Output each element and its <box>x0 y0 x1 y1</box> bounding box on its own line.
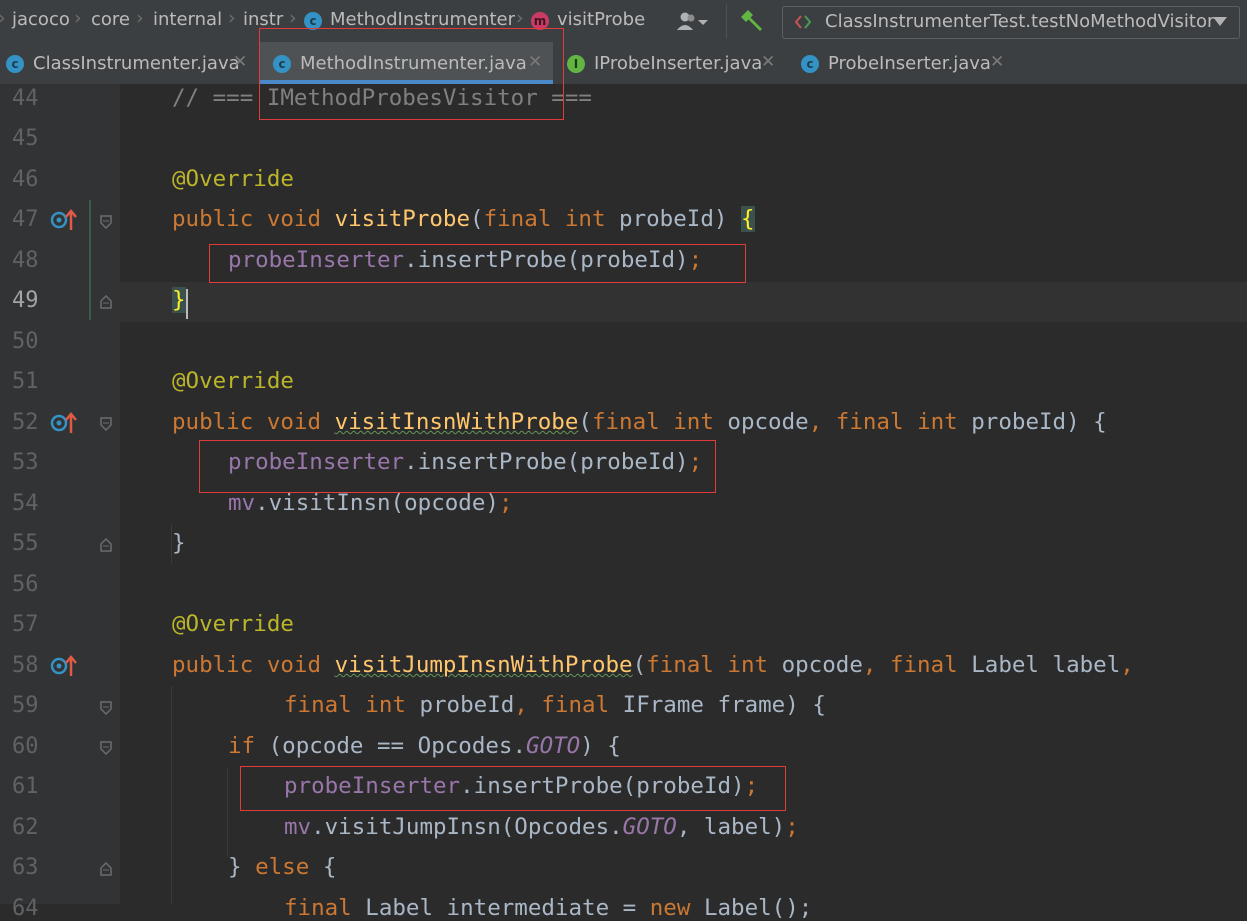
line-number: 54 <box>12 491 39 516</box>
highlight-box <box>240 766 786 811</box>
code-line: public void visitInsnWithProbe(final int… <box>172 409 1107 435</box>
user-dropdown-button[interactable] <box>676 11 716 33</box>
tab-probe-inserter[interactable]: c ProbeInserter.java ✕ <box>793 42 1023 84</box>
breadcrumb-item-instr[interactable]: instr <box>243 9 283 30</box>
close-icon[interactable]: ✕ <box>761 52 775 72</box>
test-config-icon <box>795 15 812 29</box>
chevron-right-icon: › <box>0 7 6 29</box>
fold-end-icon[interactable] <box>100 862 112 876</box>
fold-collapse-icon[interactable] <box>100 741 112 755</box>
highlight-box <box>259 28 564 120</box>
indent-guide <box>171 686 172 904</box>
highlight-box <box>199 440 716 493</box>
implements-method-icon[interactable] <box>50 208 78 232</box>
fold-end-icon[interactable] <box>100 295 112 309</box>
chevron-right-icon: › <box>516 7 524 29</box>
implements-method-icon[interactable] <box>50 411 78 435</box>
highlight-box <box>209 244 746 283</box>
breadcrumb-item-internal[interactable]: internal <box>153 9 222 30</box>
code-line: } <box>172 530 186 556</box>
text-caret <box>186 289 188 319</box>
run-configuration-dropdown[interactable]: ClassInstrumenterTest.testNoMethodVisito… <box>782 6 1240 39</box>
line-number: 45 <box>12 126 39 151</box>
class-icon: c <box>6 55 24 73</box>
run-configuration-label: ClassInstrumenterTest.testNoMethodVisito… <box>825 11 1215 32</box>
code-line: final Label intermediate = new Label(); <box>284 895 813 921</box>
fold-collapse-icon[interactable] <box>100 417 112 431</box>
code-line: @Override <box>172 166 294 192</box>
close-icon[interactable]: ✕ <box>990 52 1004 72</box>
line-number: 57 <box>12 612 39 637</box>
code-line: final int probeId, final IFrame frame) { <box>284 692 826 718</box>
code-line: @Override <box>172 368 294 394</box>
current-line-highlight <box>120 282 1247 322</box>
vcs-change-marker <box>89 200 91 320</box>
line-number: 52 <box>12 410 39 435</box>
editor-tab-bar: c ClassInstrumenter.java ✕ c MethodInstr… <box>0 42 1247 85</box>
line-number: 64 <box>12 896 39 921</box>
line-number: 49 <box>12 288 39 313</box>
implements-method-icon[interactable] <box>50 654 78 678</box>
line-number: 51 <box>12 369 39 394</box>
fold-end-icon[interactable] <box>100 538 112 552</box>
line-number: 61 <box>12 774 39 799</box>
hammer-icon <box>741 10 762 31</box>
chevron-right-icon: › <box>74 7 82 29</box>
code-line: } <box>172 287 186 313</box>
line-number: 62 <box>12 815 39 840</box>
chevron-right-icon: › <box>136 7 144 29</box>
tab-label: ClassInstrumenter.java <box>33 53 240 74</box>
class-icon: c <box>801 55 819 73</box>
line-number: 50 <box>12 329 39 354</box>
line-number: 63 <box>12 855 39 880</box>
fold-collapse-icon[interactable] <box>100 215 112 229</box>
chevron-right-icon: › <box>289 7 297 29</box>
chevron-right-icon: › <box>228 7 236 29</box>
breadcrumb-item-jacoco[interactable]: jacoco <box>12 9 70 30</box>
line-number: 56 <box>12 572 39 597</box>
code-line: public void visitProbe(final int probeId… <box>172 206 755 232</box>
line-number: 46 <box>12 167 39 192</box>
line-number: 44 <box>12 86 39 111</box>
build-button[interactable] <box>738 8 766 34</box>
line-number: 53 <box>12 450 39 475</box>
line-number: 58 <box>12 653 39 678</box>
tab-label: IProbeInserter.java <box>594 53 763 74</box>
line-number: 60 <box>12 734 39 759</box>
breadcrumb-item-core[interactable]: core <box>91 9 130 30</box>
tab-label: ProbeInserter.java <box>828 53 991 74</box>
fold-collapse-icon[interactable] <box>100 701 112 715</box>
navigation-bar: › jacoco › core › internal › instr › c M… <box>0 0 1247 42</box>
line-number: 47 <box>12 207 39 232</box>
tab-iprobe-inserter[interactable]: I IProbeInserter.java ✕ <box>560 42 790 84</box>
line-number: 59 <box>12 693 39 718</box>
indent-guide <box>227 767 228 857</box>
line-number: 55 <box>12 531 39 556</box>
breadcrumb-item-class[interactable]: MethodInstrumenter <box>330 9 515 30</box>
code-line: mv.visitInsn(opcode); <box>228 490 513 516</box>
chevron-down-icon <box>1213 17 1227 26</box>
code-line: mv.visitJumpInsn(Opcodes.GOTO, label); <box>284 814 799 840</box>
breadcrumb-item-method[interactable]: visitProbe <box>557 9 645 30</box>
line-number: 48 <box>12 248 39 273</box>
tab-class-instrumenter[interactable]: c ClassInstrumenter.java ✕ <box>0 42 256 84</box>
close-icon[interactable]: ✕ <box>233 52 247 72</box>
code-line: if (opcode == Opcodes.GOTO) { <box>228 733 621 759</box>
user-icon <box>677 12 708 30</box>
code-line: } else { <box>228 854 337 880</box>
toolbar-divider <box>726 4 727 38</box>
code-editor[interactable]: 44 45 46 47 48 49 50 51 52 53 54 55 56 5… <box>0 84 1247 921</box>
code-line: @Override <box>172 611 294 637</box>
code-line: public void visitJumpInsnWithProbe(final… <box>172 652 1134 678</box>
interface-icon: I <box>567 55 585 73</box>
